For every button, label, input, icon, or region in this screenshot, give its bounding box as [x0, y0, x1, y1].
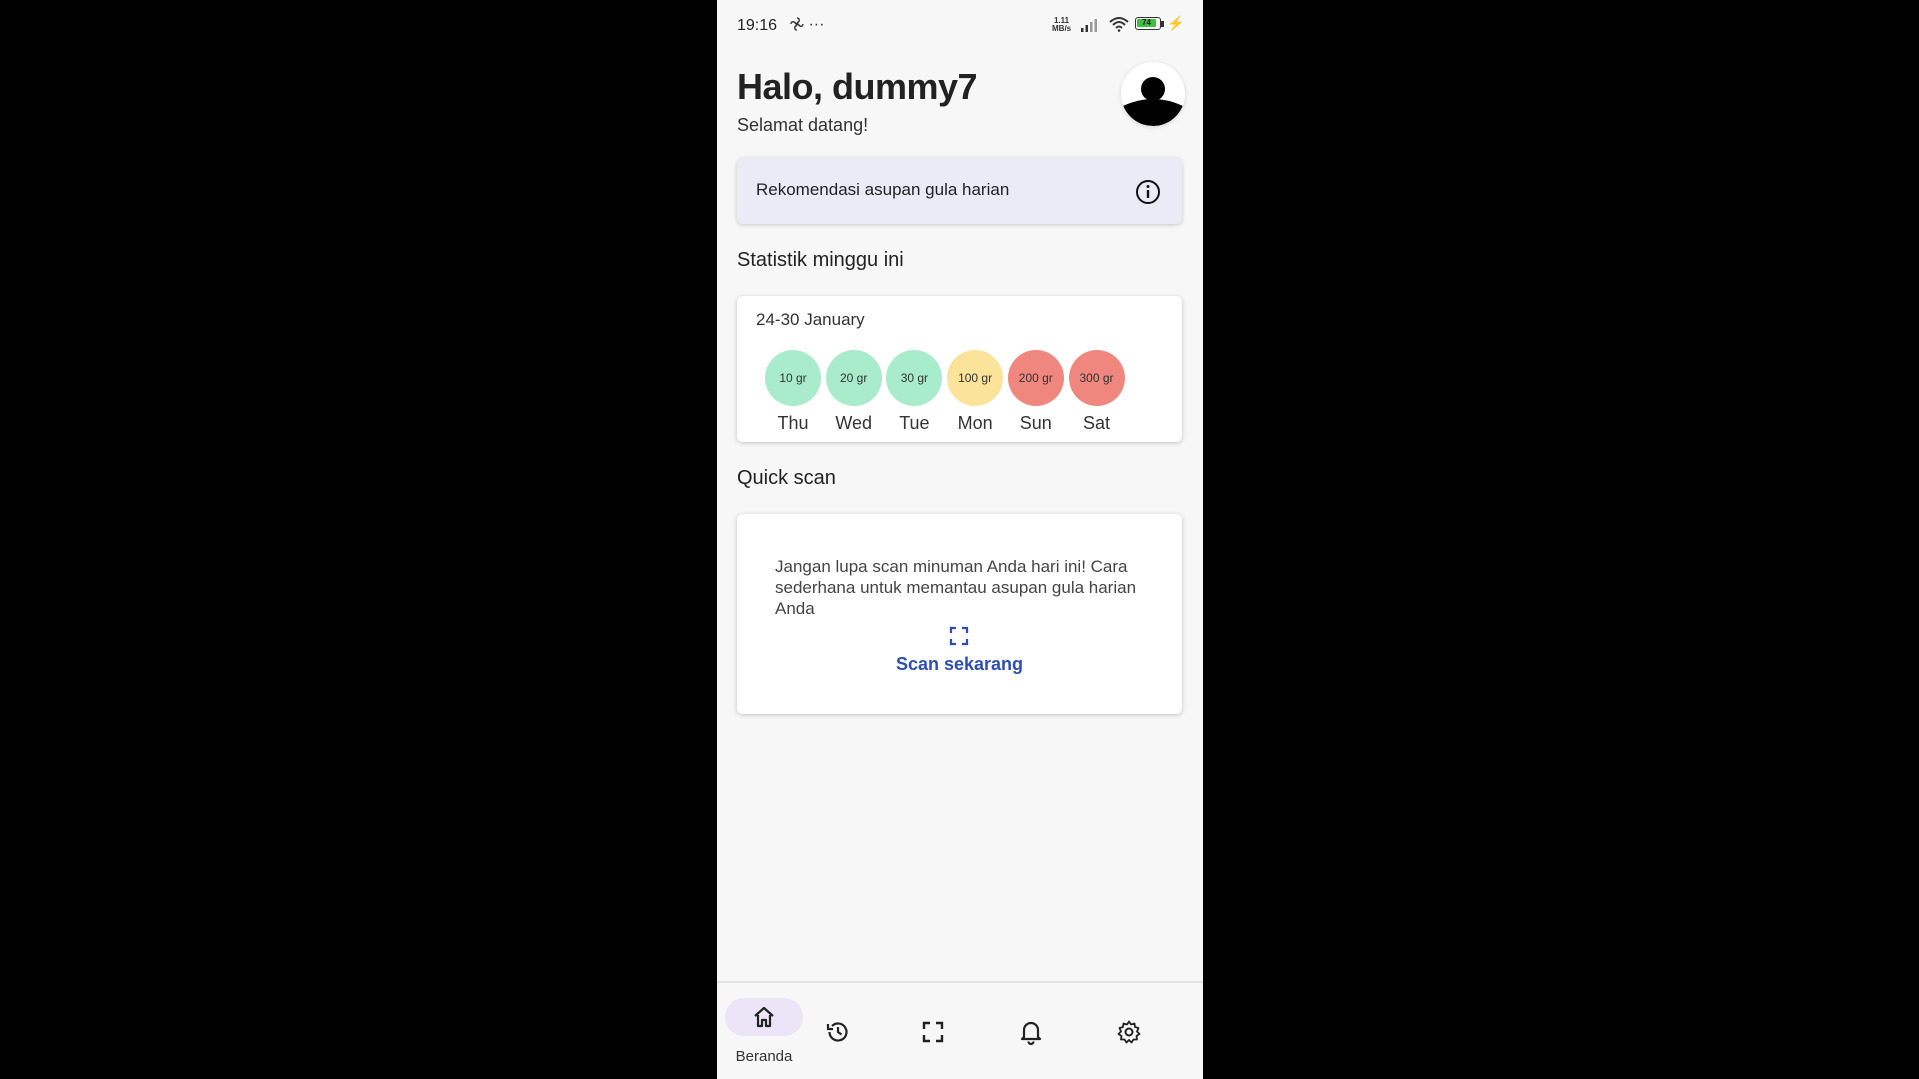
phone-screen: 19:16 ··· 1.11 MB/s 74 ⚡ Halo, dummy7 Se… — [717, 0, 1203, 1079]
history-icon — [825, 1019, 851, 1050]
user-icon — [1123, 77, 1183, 126]
nav-item-notifications[interactable] — [1005, 983, 1085, 1079]
charging-icon: ⚡ — [1167, 15, 1185, 31]
nav-item-settings[interactable] — [1102, 983, 1182, 1079]
day-label: Sat — [1082, 413, 1111, 433]
day-label: Tue — [899, 413, 930, 433]
avatar[interactable] — [1121, 62, 1185, 126]
network-speed-unit: MB/s — [1052, 24, 1072, 33]
nav-item-history[interactable] — [811, 983, 891, 1079]
day-stat-item[interactable]: 100 gr Mon — [947, 350, 1004, 434]
status-notification-icons: ··· — [790, 16, 824, 34]
stats-date-range: 24-30 January — [756, 310, 865, 329]
quick-scan-message: Jangan lupa scan minuman Anda hari ini! … — [775, 557, 1137, 618]
sugar-recommendation-card[interactable]: Rekomendasi asupan gula harian — [737, 158, 1182, 224]
network-speed: 1.11 MB/s — [1052, 17, 1071, 33]
nav-item-beranda[interactable]: Beranda — [717, 983, 811, 1079]
stats-section-title: Statistik minggu ini — [737, 249, 904, 271]
home-icon — [752, 1005, 776, 1034]
battery-icon: 74 — [1135, 17, 1161, 30]
status-time: 19:16 — [737, 17, 778, 34]
recommendation-label: Rekomendasi asupan gula harian — [756, 180, 1010, 199]
sugar-amount-badge: 20 gr — [825, 350, 882, 406]
fan-icon — [790, 17, 804, 31]
quick-scan-section-title: Quick scan — [737, 467, 836, 489]
battery-level: 74 — [1137, 19, 1156, 27]
sugar-amount-badge: 30 gr — [886, 350, 943, 406]
wifi-icon — [1109, 17, 1130, 32]
sugar-amount-badge: 10 gr — [765, 350, 821, 406]
nav-item-scan[interactable] — [908, 983, 988, 1079]
greeting-title: Halo, dummy7 — [737, 66, 978, 107]
days-row[interactable]: 10 gr Thu 20 gr Wed 30 gr Tue 100 gr Mon 200 gr S… — [765, 350, 1165, 436]
bottom-navigation: Beranda — [717, 981, 1203, 1079]
bell-icon — [1019, 1019, 1043, 1050]
status-more: ··· — [808, 16, 825, 33]
quick-scan-card: Jangan lupa scan minuman Anda hari ini! … — [737, 514, 1182, 714]
sugar-amount-badge: 100 gr — [947, 350, 1004, 406]
battery-tip — [1161, 21, 1164, 27]
scan-frame-icon[interactable] — [949, 626, 969, 651]
day-stat-item[interactable]: 10 gr Thu — [765, 350, 821, 434]
weekly-stats-card: 24-30 January 10 gr Thu 20 gr Wed 30 gr Tue 10… — [737, 296, 1182, 442]
scan-now-button[interactable]: Scan sekarang — [737, 654, 1182, 675]
scan-icon — [922, 1021, 944, 1048]
day-stat-item[interactable]: 30 gr Tue — [886, 350, 943, 434]
signal-icon — [1081, 19, 1097, 32]
day-label: Sun — [1019, 413, 1052, 433]
info-icon[interactable] — [1134, 178, 1162, 211]
day-stat-item[interactable]: 200 gr Sun — [1007, 350, 1064, 434]
day-label: Mon — [957, 413, 993, 433]
day-label: Thu — [777, 413, 809, 433]
day-stat-item[interactable]: 20 gr Wed — [825, 350, 882, 434]
day-stat-item[interactable]: 300 gr Sat — [1068, 350, 1125, 434]
sugar-amount-badge: 300 gr — [1068, 350, 1125, 406]
status-signal-wifi — [1080, 16, 1130, 37]
gear-icon — [1116, 1019, 1142, 1050]
nav-label-beranda: Beranda — [735, 1048, 793, 1065]
status-bar: 19:16 ··· 1.11 MB/s 74 ⚡ — [717, 0, 1203, 50]
greeting-subtitle: Selamat datang! — [737, 115, 869, 135]
day-label: Wed — [835, 413, 873, 433]
sugar-amount-badge: 200 gr — [1007, 350, 1064, 406]
